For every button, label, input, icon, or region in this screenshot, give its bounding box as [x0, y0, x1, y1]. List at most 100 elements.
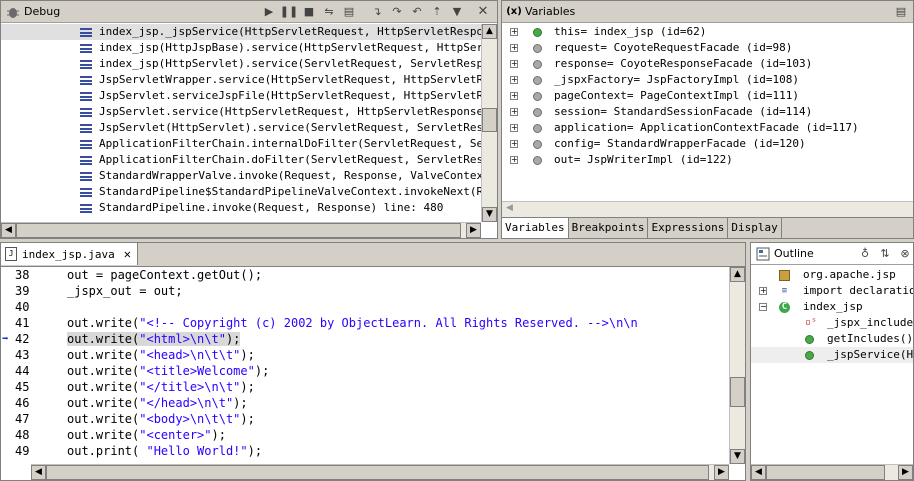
variable-row[interactable]: + config= StandardWrapperFacade (id=120) [502, 136, 913, 152]
scroll-thumb[interactable] [482, 108, 497, 132]
variable-row[interactable]: + out= JspWriterImpl (id=122) [502, 152, 913, 168]
variable-row[interactable]: + this= index_jsp (id=62) [502, 24, 913, 40]
variable-label: response= CoyoteResponseFacade (id=103) [554, 57, 813, 70]
scroll-up-button[interactable]: ▲ [482, 24, 497, 39]
variable-row[interactable]: + _jspxFactory= JspFactoryImpl (id=108) [502, 72, 913, 88]
step-into-icon[interactable]: ↴ [369, 4, 385, 20]
editor-tab-index-jsp[interactable]: J index_jsp.java ✕ [1, 243, 138, 265]
expand-icon[interactable]: + [510, 28, 518, 36]
expand-icon[interactable]: + [510, 156, 518, 164]
outline-item[interactable]: getIncludes() [751, 331, 913, 347]
code-token: ); [240, 412, 255, 426]
view-menu-icon[interactable]: ▤ [893, 4, 909, 20]
scroll-thumb[interactable] [46, 465, 709, 480]
disconnect-icon[interactable]: ⇋ [321, 4, 337, 20]
debug-vertical-scrollbar[interactable]: ▲ ▼ [481, 24, 497, 222]
stack-frame-row[interactable]: index_jsp._jspService(HttpServletRequest… [1, 24, 481, 40]
expand-icon[interactable]: + [510, 124, 518, 132]
scroll-right-button[interactable]: ▶ [898, 465, 913, 480]
scroll-left-button[interactable]: ◀ [751, 465, 766, 480]
scroll-left-button[interactable]: ◀ [1, 223, 16, 238]
expand-icon[interactable]: + [510, 140, 518, 148]
expand-icon[interactable]: + [759, 287, 767, 295]
outline-item[interactable]: − Cindex_jsp [751, 299, 913, 315]
scroll-left-button[interactable]: ◀ [31, 465, 46, 480]
scroll-left-button[interactable]: ◀ [502, 202, 517, 217]
outline-horizontal-scrollbar[interactable]: ◀ ▶ [751, 464, 913, 480]
stack-frame-icon [80, 188, 92, 197]
stack-frame-row[interactable]: JspServletWrapper.service(HttpServletReq… [1, 72, 481, 88]
scroll-thumb[interactable] [730, 377, 745, 407]
code-text: out.write("<html>\n\t"); [67, 332, 241, 346]
sort-icon[interactable]: ⇅ [877, 246, 893, 262]
local-variable-icon [533, 92, 542, 101]
scroll-right-button[interactable]: ▶ [466, 223, 481, 238]
close-icon[interactable]: ✕ [475, 4, 491, 20]
drop-to-frame-icon[interactable]: ⇡ [429, 4, 445, 20]
step-over-icon[interactable]: ↷ [389, 4, 405, 20]
tab-expressions[interactable]: Expressions [648, 218, 729, 238]
debug-horizontal-scrollbar[interactable]: ◀ ▶ [1, 222, 481, 238]
terminate-icon[interactable]: ■ [301, 4, 317, 20]
code-token: ); [247, 444, 263, 458]
scroll-up-button[interactable]: ▲ [730, 267, 745, 282]
step-return-icon[interactable]: ↶ [409, 4, 425, 20]
code-area[interactable]: 38 out = pageContext.getOut(); 39 _jspx_ou… [1, 267, 729, 464]
outline-item[interactable]: + ≡ import declarations [751, 283, 913, 299]
stack-frame-row[interactable]: ApplicationFilterChain.internalDoFilter(… [1, 136, 481, 152]
expand-icon[interactable]: + [510, 108, 518, 116]
code-text: out.write("<body>\n\t\t"); [67, 412, 255, 426]
stack-frame-row[interactable]: index_jsp(HttpJspBase).service(HttpServl… [1, 40, 481, 56]
stack-frame-icon [80, 28, 92, 37]
code-line: 47 out.write("<body>\n\t\t"); [1, 411, 729, 427]
remove-terminated-icon[interactable]: ▤ [341, 4, 357, 20]
scroll-thumb[interactable] [16, 223, 461, 238]
variables-horizontal-scrollbar[interactable]: ◀ [502, 201, 913, 217]
line-number: 49 [15, 444, 30, 458]
tab-breakpoints[interactable]: Breakpoints [569, 218, 649, 238]
stack-frame-row[interactable]: index_jsp(HttpServlet).service(ServletRe… [1, 56, 481, 72]
view-menu-icon[interactable]: ▼ [449, 4, 465, 20]
editor-horizontal-scrollbar[interactable]: ◀ ▶ [31, 464, 729, 480]
editor-tab-strip: J index_jsp.java ✕ [1, 243, 745, 267]
hide-fields-icon[interactable]: ♁ [857, 246, 873, 262]
variable-row[interactable]: + pageContext= PageContextImpl (id=111) [502, 88, 913, 104]
code-token: ); [254, 364, 270, 378]
variable-row[interactable]: + request= CoyoteRequestFacade (id=98) [502, 40, 913, 56]
expand-icon[interactable]: + [510, 44, 518, 52]
collapse-icon[interactable]: − [759, 303, 767, 311]
stack-frame-row[interactable]: JspServlet.service(HttpServletRequest, H… [1, 104, 481, 120]
stack-frame-row[interactable]: JspServlet(HttpServlet).service(ServletR… [1, 120, 481, 136]
editor-vertical-scrollbar[interactable]: ▲ ▼ [729, 267, 745, 464]
code-token: _jspx_out = out; [67, 284, 183, 298]
expand-icon[interactable]: + [510, 60, 518, 68]
scroll-down-button[interactable]: ▼ [482, 207, 497, 222]
tab-display[interactable]: Display [728, 218, 782, 238]
stack-frame-row[interactable]: StandardPipeline.invoke(Request, Respons… [1, 200, 481, 216]
tab-variables[interactable]: Variables [502, 218, 569, 238]
outline-item[interactable]: _jspService(Htt [751, 347, 913, 363]
suspend-icon[interactable]: ❚❚ [280, 4, 298, 20]
stack-frame-label: JspServletWrapper.service(HttpServletReq… [99, 73, 481, 86]
scroll-right-button[interactable]: ▶ [714, 465, 729, 480]
local-variable-icon [533, 60, 542, 69]
close-icon[interactable]: ✕ [124, 247, 131, 261]
outline-item[interactable]: ▫ˢ _jspx_includes [751, 315, 913, 331]
stack-frame-row[interactable]: ApplicationFilterChain.doFilter(ServletR… [1, 152, 481, 168]
hide-static-icon[interactable]: ⊗ [897, 246, 913, 262]
outline-item[interactable]: org.apache.jsp [751, 267, 913, 283]
variable-row[interactable]: + response= CoyoteResponseFacade (id=103) [502, 56, 913, 72]
expand-icon[interactable]: + [510, 76, 518, 84]
stack-frame-row[interactable]: StandardPipeline$StandardPipelineValveCo… [1, 184, 481, 200]
stack-frame-row[interactable]: JspServlet.serviceJspFile(HttpServletReq… [1, 88, 481, 104]
scroll-down-button[interactable]: ▼ [730, 449, 745, 464]
scroll-thumb[interactable] [766, 465, 885, 480]
stack-frame-row[interactable]: StandardWrapperValve.invoke(Request, Res… [1, 168, 481, 184]
resume-icon[interactable]: ▶ [261, 4, 277, 20]
expand-icon[interactable]: + [510, 92, 518, 100]
stack-frame-label: index_jsp(HttpJspBase).service(HttpServl… [99, 41, 481, 54]
variable-row[interactable]: + session= StandardSessionFacade (id=114) [502, 104, 913, 120]
outline-item-label: import declarations [803, 284, 913, 297]
variable-row[interactable]: + application= ApplicationContextFacade (… [502, 120, 913, 136]
code-string: "Hello World!" [146, 444, 248, 458]
